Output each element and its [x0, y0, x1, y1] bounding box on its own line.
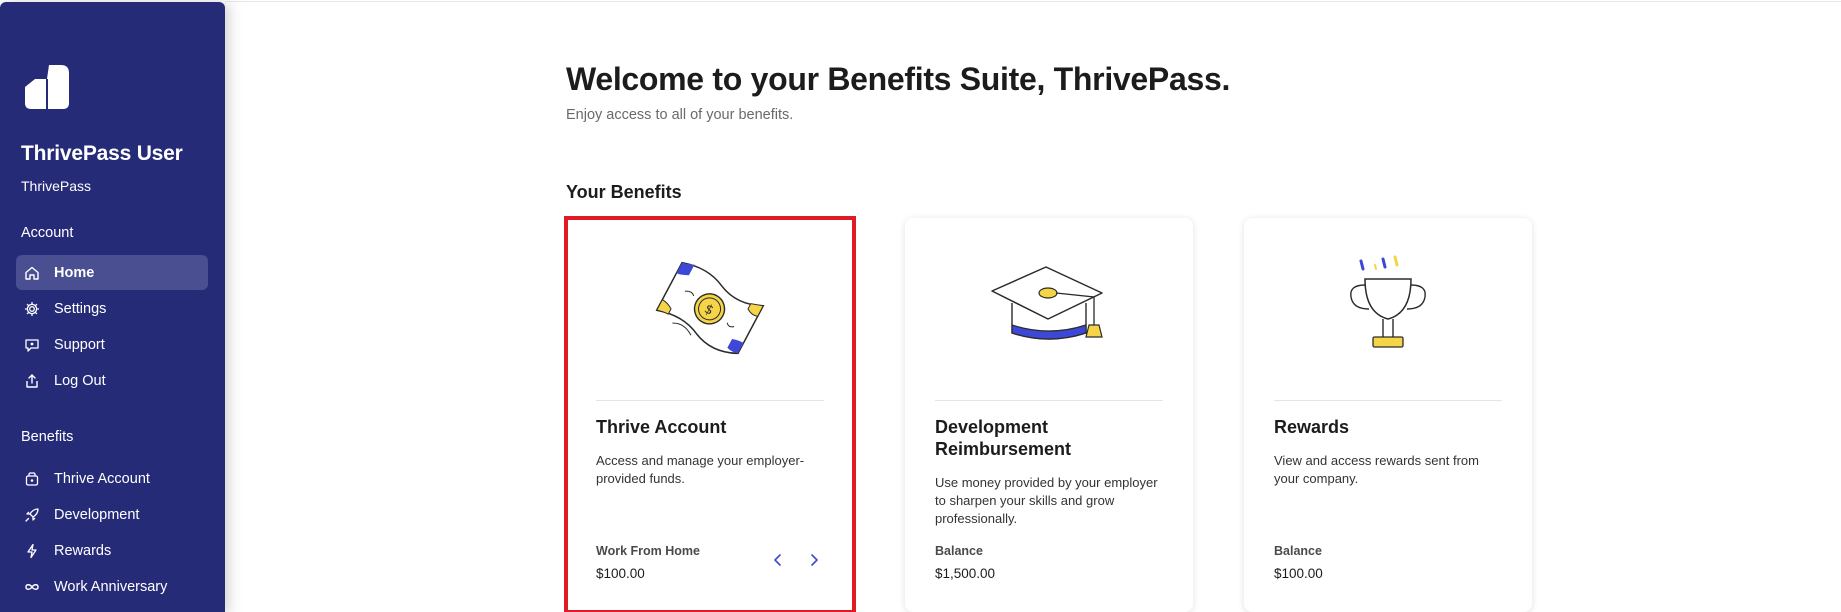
gear-icon: [24, 301, 40, 317]
home-icon: [24, 265, 40, 281]
top-border: [225, 1, 1841, 2]
benefit-card-development[interactable]: Development Reimbursement Use money prov…: [905, 218, 1193, 612]
sidebar-item-label: Support: [54, 336, 105, 353]
trophy-illustration: [1244, 248, 1532, 368]
next-balance-button[interactable]: [804, 550, 824, 570]
card-title: Rewards: [1274, 417, 1350, 437]
card-title: Development Reimbursement: [935, 417, 1072, 459]
your-benefits-heading: Your Benefits: [566, 182, 682, 202]
sidebar-item-label: Log Out: [54, 372, 106, 389]
logout-icon: [24, 373, 40, 389]
chevron-right-icon: [811, 554, 818, 566]
sidebar-item-label: Work Anniversary: [54, 578, 168, 595]
money-bill-illustration: $: [566, 248, 854, 368]
sidebar-item-label: Development: [54, 506, 140, 523]
rocket-icon: [24, 507, 40, 523]
benefit-card-rewards[interactable]: Rewards View and access rewards sent fro…: [1244, 218, 1532, 612]
balance-label: Balance: [935, 544, 983, 558]
account-section-label: Account: [21, 225, 74, 241]
thrivepass-logo-icon[interactable]: [21, 61, 73, 113]
sidebar: ThrivePass User ThrivePass Account Home …: [0, 2, 225, 612]
card-divider: [1274, 400, 1502, 401]
wallet-icon: [24, 471, 40, 487]
sidebar-item-logout[interactable]: Log Out: [16, 363, 208, 398]
sidebar-item-label: Rewards: [54, 542, 112, 559]
sidebar-item-support[interactable]: Support: [16, 327, 208, 362]
sidebar-item-thrive-account[interactable]: Thrive Account: [16, 461, 208, 496]
sidebar-item-development[interactable]: Development: [16, 497, 208, 532]
chat-icon: [24, 337, 40, 353]
balance-label: Balance: [1274, 544, 1322, 558]
chevron-left-icon: [774, 554, 781, 566]
card-description: Access and manage your employer-provided…: [596, 453, 805, 486]
balance-value: $100.00: [1274, 566, 1323, 581]
sidebar-item-label: Thrive Account: [54, 470, 150, 487]
user-name: ThrivePass User: [21, 142, 183, 165]
balance-value: $100.00: [596, 566, 645, 581]
lightning-icon: [24, 543, 40, 559]
sidebar-item-label: Settings: [54, 300, 107, 317]
card-divider: [596, 400, 824, 401]
sidebar-item-rewards[interactable]: Rewards: [16, 533, 208, 568]
card-description: View and access rewards sent from your c…: [1274, 453, 1479, 486]
infinity-icon: [24, 579, 40, 595]
benefits-section-label: Benefits: [21, 429, 74, 445]
graduation-cap-illustration: [905, 248, 1193, 368]
card-divider: [935, 400, 1163, 401]
sidebar-item-home[interactable]: Home: [16, 255, 208, 290]
sidebar-item-settings[interactable]: Settings: [16, 291, 208, 326]
page-subtitle: Enjoy access to all of your benefits.: [566, 107, 794, 123]
card-title: Thrive Account: [596, 417, 727, 437]
org-name: ThrivePass: [21, 178, 92, 194]
card-description: Use money provided by your employer to s…: [935, 475, 1158, 526]
previous-balance-button[interactable]: [768, 550, 788, 570]
balance-label: Work From Home: [596, 544, 700, 558]
sidebar-item-work-anniversary[interactable]: Work Anniversary: [16, 569, 208, 604]
benefit-card-thrive-account[interactable]: $ Thrive Account Access and manage your …: [564, 216, 856, 612]
page-title: Welcome to your Benefits Suite, ThrivePa…: [566, 61, 1231, 97]
balance-value: $1,500.00: [935, 566, 996, 581]
sidebar-item-label: Home: [54, 264, 95, 281]
